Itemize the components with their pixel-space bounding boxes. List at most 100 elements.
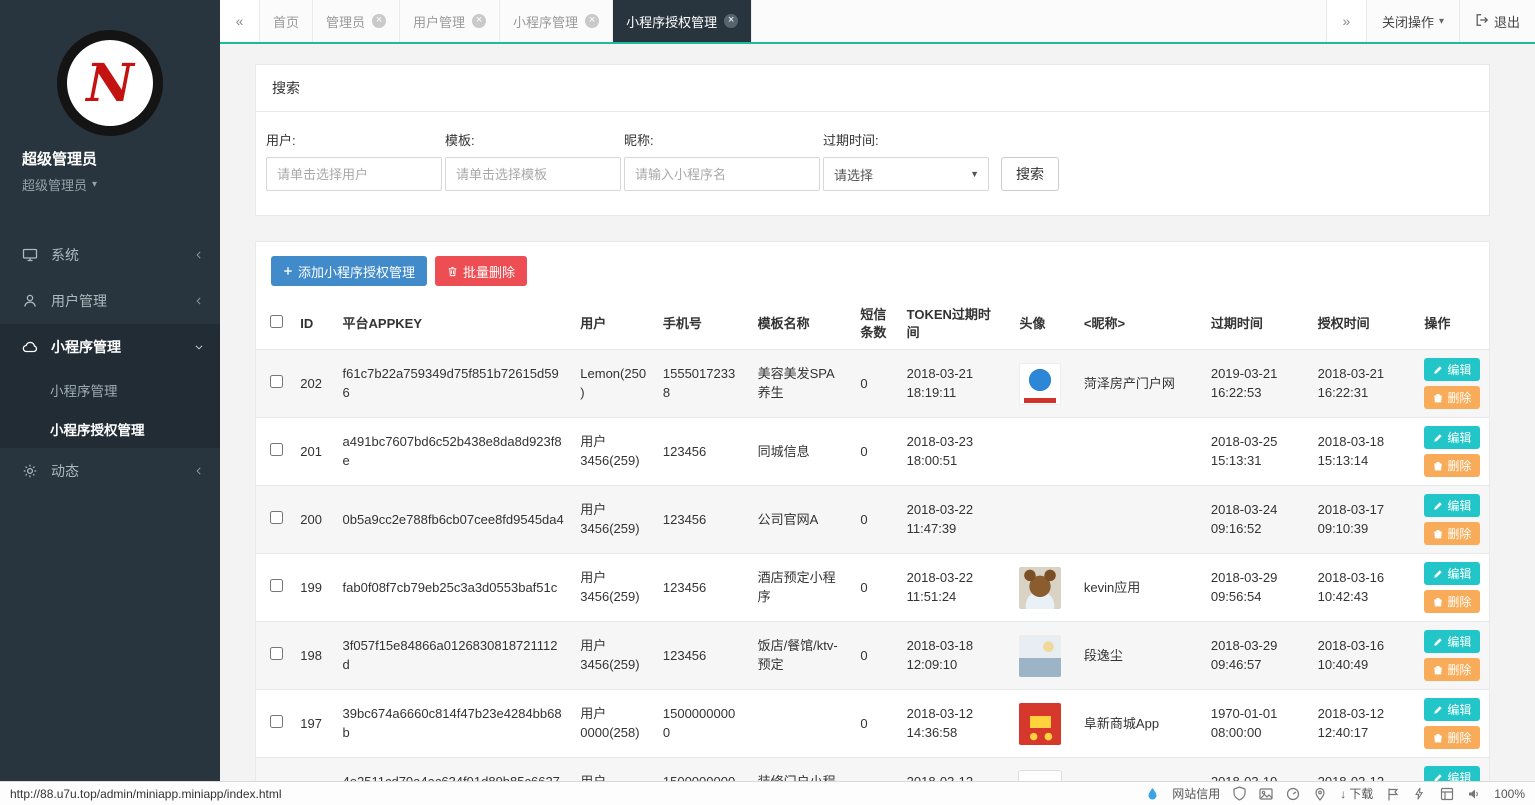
droplet-icon[interactable] xyxy=(1146,787,1159,801)
close-operations-dropdown[interactable]: 关闭操作 ▾ xyxy=(1366,0,1459,42)
cell-expire: 2018-03-29 09:46:57 xyxy=(1203,622,1310,690)
sidebar-subitem-miniapp-management[interactable]: 小程序管理 xyxy=(0,370,220,409)
delete-button[interactable]: 删除 xyxy=(1424,658,1480,681)
edit-button[interactable]: 编辑 xyxy=(1424,494,1480,517)
cell-auth-time: 2018-03-16 10:40:49 xyxy=(1310,622,1417,690)
sidebar-item-user-management[interactable]: 用户管理 xyxy=(0,278,220,324)
cell-user: 用户3456(259) xyxy=(572,418,655,486)
add-miniapp-auth-button[interactable]: 添加小程序授权管理 xyxy=(271,256,427,286)
speaker-icon[interactable] xyxy=(1467,787,1481,801)
template-field: 模板: xyxy=(445,130,621,191)
edit-button[interactable]: 编辑 xyxy=(1424,358,1480,381)
pencil-icon xyxy=(1433,501,1443,511)
site-credit-label[interactable]: 网站信用 xyxy=(1172,785,1220,802)
miniapp-auth-table: ID 平台APPKEY 用户 手机号 模板名称 短信条数 TOKEN过期时间 头… xyxy=(256,298,1489,805)
table-row: 202 f61c7b22a759349d75f851b72615d596 Lem… xyxy=(256,350,1489,418)
cell-sms: 0 xyxy=(852,622,898,690)
batch-delete-button[interactable]: 批量删除 xyxy=(435,256,527,286)
statusbar-controls: 网站信用 ↓ 下载 100% xyxy=(1146,785,1525,802)
gauge-icon[interactable] xyxy=(1286,787,1300,801)
delete-button[interactable]: 删除 xyxy=(1424,522,1480,545)
avatar-image xyxy=(1019,431,1061,473)
cell-nickname xyxy=(1076,418,1203,486)
user-input[interactable] xyxy=(266,157,442,191)
download-button[interactable]: ↓ 下载 xyxy=(1340,785,1373,802)
search-button[interactable]: 搜索 xyxy=(1001,157,1059,191)
cell-template: 同城信息 xyxy=(750,418,853,486)
logo-circle-icon: N xyxy=(57,30,163,136)
cell-id: 197 xyxy=(292,690,334,758)
tab-miniapp-auth-management[interactable]: 小程序授权管理 × xyxy=(613,0,752,42)
row-checkbox[interactable] xyxy=(270,647,283,660)
sidebar-item-miniapp-management[interactable]: 小程序管理 xyxy=(0,324,220,370)
sidebar-item-system[interactable]: 系统 xyxy=(0,232,220,278)
close-tab-icon[interactable]: × xyxy=(472,14,486,28)
delete-button[interactable]: 删除 xyxy=(1424,590,1480,613)
tab-home[interactable]: 首页 xyxy=(260,0,313,42)
trash-icon xyxy=(1433,597,1443,607)
tab-user-management[interactable]: 用户管理 × xyxy=(400,0,500,42)
trash-icon xyxy=(1433,461,1443,471)
cell-expire: 2018-03-24 09:16:52 xyxy=(1203,486,1310,554)
delete-button[interactable]: 删除 xyxy=(1424,454,1480,477)
shield-icon[interactable] xyxy=(1233,786,1246,801)
template-input[interactable] xyxy=(445,157,621,191)
edit-button[interactable]: 编辑 xyxy=(1424,630,1480,653)
desktop-icon xyxy=(22,247,40,263)
zoom-level[interactable]: 100% xyxy=(1494,787,1525,801)
select-all-checkbox[interactable] xyxy=(270,315,283,328)
row-checkbox[interactable] xyxy=(270,579,283,592)
trash-icon xyxy=(447,266,458,277)
row-checkbox[interactable] xyxy=(270,511,283,524)
avatar-image xyxy=(1019,499,1061,541)
delete-button[interactable]: 删除 xyxy=(1424,726,1480,749)
cell-user: 用户3456(259) xyxy=(572,554,655,622)
close-tab-icon[interactable]: × xyxy=(724,14,738,28)
image-icon[interactable] xyxy=(1259,787,1273,801)
cell-token-expire: 2018-03-12 14:36:58 xyxy=(899,690,1012,758)
cell-phone: 15000000000 xyxy=(655,690,750,758)
row-checkbox[interactable] xyxy=(270,375,283,388)
cell-nickname xyxy=(1076,486,1203,554)
edit-button[interactable]: 编辑 xyxy=(1424,426,1480,449)
cell-nickname: 段逸尘 xyxy=(1076,622,1203,690)
edit-button[interactable]: 编辑 xyxy=(1424,698,1480,721)
search-panel: 搜索 用户: 模板: 昵称: 过期时间: xyxy=(255,64,1490,216)
cell-auth-time: 2018-03-12 12:40:17 xyxy=(1310,690,1417,758)
chevron-left-icon xyxy=(194,466,204,476)
delete-button[interactable]: 删除 xyxy=(1424,386,1480,409)
cell-sms: 0 xyxy=(852,690,898,758)
nickname-input[interactable] xyxy=(624,157,820,191)
reader-panel-icon[interactable] xyxy=(1440,787,1454,801)
cell-phone: 123456 xyxy=(655,418,750,486)
page-content: 搜索 用户: 模板: 昵称: 过期时间: xyxy=(220,44,1535,805)
close-tab-icon[interactable]: × xyxy=(585,14,599,28)
column-header: ID xyxy=(292,298,334,350)
logout-button[interactable]: 退出 xyxy=(1459,0,1535,42)
sidebar-item-activity[interactable]: 动态 xyxy=(0,448,220,494)
tab-miniapp-management[interactable]: 小程序管理 × xyxy=(500,0,613,42)
column-header: 过期时间 xyxy=(1203,298,1310,350)
cell-template: 美容美发SPA养生 xyxy=(750,350,853,418)
close-tab-icon[interactable]: × xyxy=(372,14,386,28)
avatar-image xyxy=(1019,363,1061,405)
scroll-tabs-right-button[interactable]: » xyxy=(1326,0,1366,42)
row-checkbox[interactable] xyxy=(270,715,283,728)
main-area: « 首页 管理员 × 用户管理 × 小程序管理 × 小程序授权管 xyxy=(220,0,1535,805)
cell-expire: 2018-03-25 15:13:31 xyxy=(1203,418,1310,486)
lightning-icon[interactable] xyxy=(1413,787,1427,801)
sidebar-subitem-miniapp-auth-management[interactable]: 小程序授权管理 xyxy=(0,409,220,448)
row-checkbox[interactable] xyxy=(270,443,283,456)
table-header-row: ID 平台APPKEY 用户 手机号 模板名称 短信条数 TOKEN过期时间 头… xyxy=(256,298,1489,350)
scroll-tabs-left-button[interactable]: « xyxy=(220,0,260,42)
flag-icon[interactable] xyxy=(1386,787,1400,801)
profile-role-dropdown[interactable]: 超级管理员 ▾ xyxy=(22,175,198,194)
tab-admin[interactable]: 管理员 × xyxy=(313,0,400,42)
select-caret-icon: ▼ xyxy=(970,169,979,179)
pin-icon[interactable] xyxy=(1313,787,1327,801)
edit-button[interactable]: 编辑 xyxy=(1424,562,1480,585)
cell-phone: 123456 xyxy=(655,554,750,622)
cell-token-expire: 2018-03-22 11:47:39 xyxy=(899,486,1012,554)
cell-appkey: 3f057f15e84866a0126830818721112d xyxy=(335,622,573,690)
expire-time-select[interactable]: 请选择 ▼ xyxy=(823,157,989,191)
